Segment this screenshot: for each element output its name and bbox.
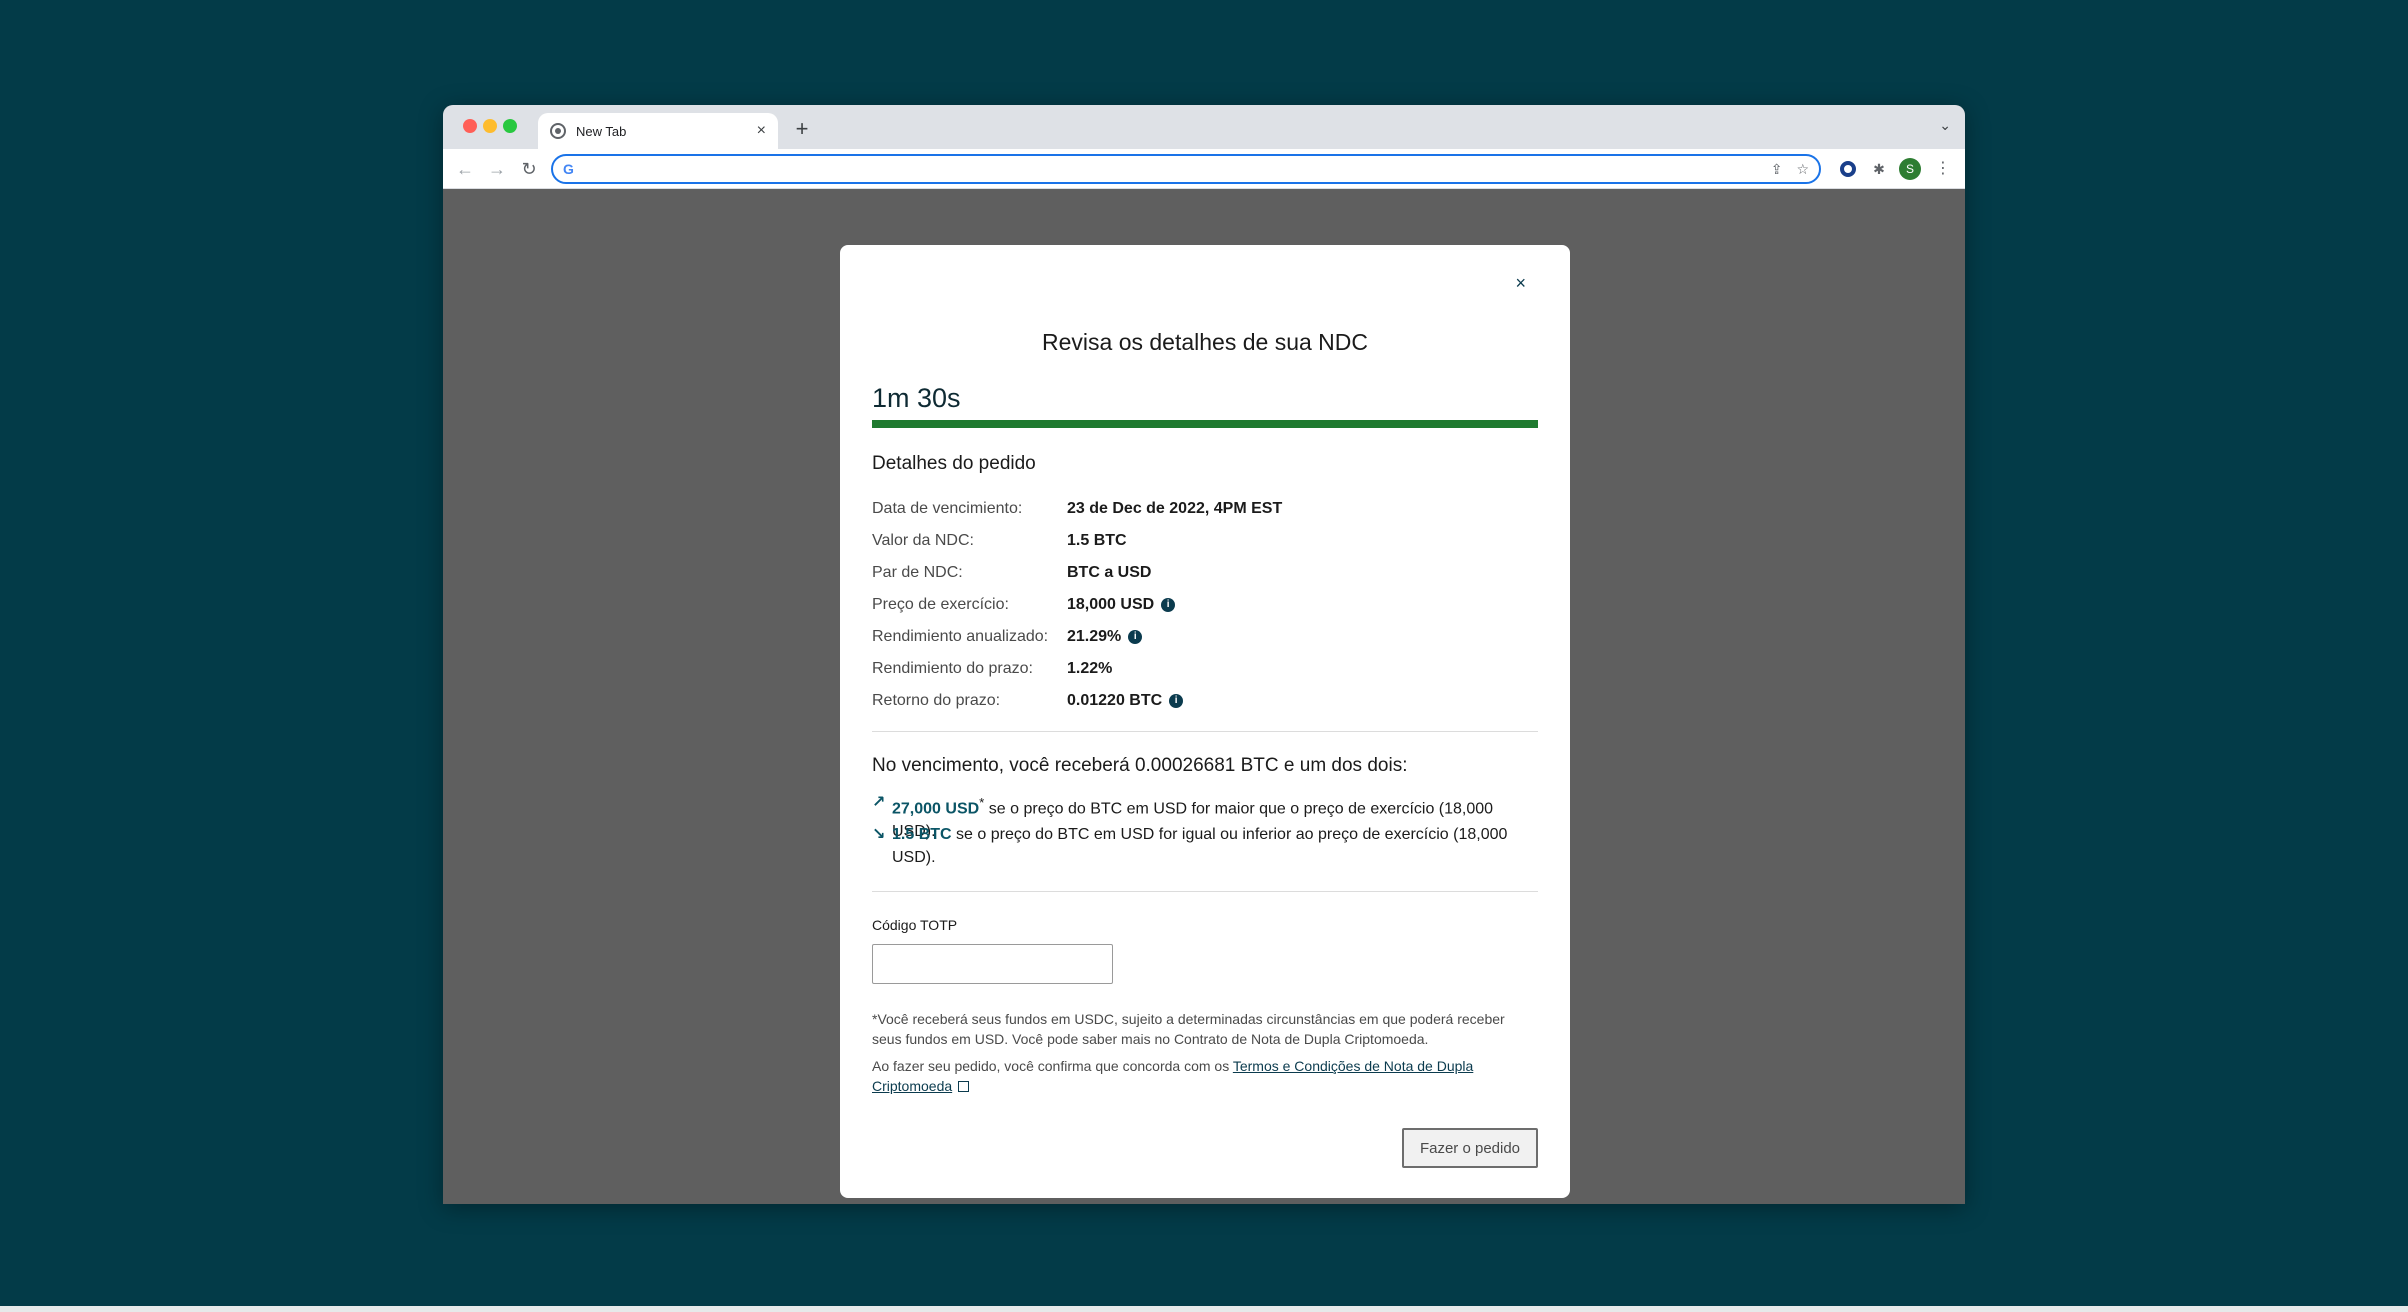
fine-print: *Você receberá seus fundos em USDC, suje… bbox=[872, 1011, 1505, 1047]
forward-arrow-icon[interactable]: → bbox=[485, 157, 509, 181]
browser-toolbar: ← → ↻ G ⇪ ☆ ✱ S ⋮ bbox=[443, 149, 1965, 189]
chrome-icon bbox=[550, 123, 566, 139]
chevron-down-icon[interactable]: ⌄ bbox=[1939, 117, 1951, 134]
new-tab-button[interactable]: + bbox=[788, 115, 816, 143]
external-link-icon[interactable] bbox=[958, 1081, 970, 1092]
detail-value: BTC a USD bbox=[1067, 564, 1152, 581]
minimize-window-button[interactable] bbox=[483, 119, 497, 133]
detail-label: Preço de exercício: bbox=[872, 596, 1009, 613]
desktop-bottom-strip bbox=[0, 1306, 2408, 1312]
detail-value: 1.22% bbox=[1067, 660, 1113, 677]
totp-input[interactable] bbox=[872, 944, 1113, 984]
detail-label: Rendimiento anualizado: bbox=[872, 628, 1049, 645]
star-icon[interactable]: ☆ bbox=[1796, 161, 1809, 178]
detail-label: Par de NDC: bbox=[872, 564, 963, 581]
detail-row: Data de vencimiento: 23 de Dec de 2022, … bbox=[872, 493, 1538, 525]
share-icon[interactable]: ⇪ bbox=[1771, 161, 1783, 178]
detail-value: 21.29% i bbox=[1067, 628, 1143, 646]
back-arrow-icon[interactable]: ← bbox=[453, 157, 477, 181]
divider bbox=[872, 891, 1538, 892]
terms-notice: Ao fazer seu pedido, você confirma que c… bbox=[872, 1058, 1474, 1094]
order-details-list: Data de vencimiento: 23 de Dec de 2022, … bbox=[872, 493, 1538, 717]
more-menu-icon[interactable]: ⋮ bbox=[1933, 159, 1953, 179]
address-input[interactable] bbox=[581, 161, 1757, 177]
close-icon[interactable]: × bbox=[1515, 273, 1526, 294]
detail-label: Rendimiento do prazo: bbox=[872, 660, 1033, 677]
maturity-title: No vencimento, você receberá 0.00026681 … bbox=[872, 755, 1408, 776]
browser-tab[interactable]: New Tab × bbox=[538, 113, 778, 149]
detail-value: 1.5 BTC bbox=[1067, 532, 1127, 549]
reload-icon[interactable]: ↻ bbox=[517, 157, 541, 181]
info-icon[interactable]: i bbox=[1128, 630, 1143, 644]
detail-row: Par de NDC: BTC a USD bbox=[872, 557, 1538, 589]
detail-row: Retorno do prazo: 0.01220 BTC i bbox=[872, 685, 1538, 717]
outcome-down-text: 1.5 BTC se o preço do BTC em USD for igu… bbox=[892, 826, 1508, 866]
totp-label: Código TOTP bbox=[872, 917, 958, 933]
detail-value: 18,000 USD i bbox=[1067, 596, 1176, 614]
info-icon[interactable]: i bbox=[1169, 694, 1184, 708]
detail-label: Retorno do prazo: bbox=[872, 692, 1001, 709]
maximize-window-button[interactable] bbox=[503, 119, 517, 133]
countdown-timer: 1m 30s bbox=[872, 383, 961, 413]
ndc-review-modal: × Revisa os detalhes de sua NDC 1m 30s D… bbox=[840, 245, 1570, 1198]
divider bbox=[872, 731, 1538, 732]
countdown-progress-bar bbox=[872, 420, 1538, 428]
detail-row: Rendimiento anualizado: 21.29% i bbox=[872, 621, 1538, 653]
detail-row: Rendimiento do prazo: 1.22% bbox=[872, 653, 1538, 685]
detail-label: Data de vencimiento: bbox=[872, 500, 1023, 517]
tab-close-icon[interactable]: × bbox=[757, 122, 766, 140]
info-icon[interactable]: i bbox=[1161, 598, 1176, 612]
detail-value: 0.01220 BTC i bbox=[1067, 692, 1184, 710]
detail-row: Valor da NDC: 1.5 BTC bbox=[872, 525, 1538, 557]
close-window-button[interactable] bbox=[463, 119, 477, 133]
place-order-button[interactable]: Fazer o pedido bbox=[1402, 1128, 1538, 1168]
tab-title: New Tab bbox=[576, 123, 627, 139]
detail-label: Valor da NDC: bbox=[872, 532, 974, 549]
google-icon: G bbox=[563, 161, 574, 177]
extension-circle-icon[interactable] bbox=[1838, 159, 1858, 179]
progress-fill bbox=[872, 420, 1538, 428]
detail-value: 23 de Dec de 2022, 4PM EST bbox=[1067, 500, 1283, 517]
puzzle-icon[interactable]: ✱ bbox=[1869, 159, 1889, 179]
browser-window: New Tab × + ⌄ ← → ↻ G ⇪ ☆ ✱ S ⋮ × Revisa… bbox=[443, 105, 1965, 1204]
modal-title: Revisa os detalhes de sua NDC bbox=[1042, 329, 1368, 355]
arrow-down-right-icon: ↘ bbox=[872, 826, 886, 843]
tab-strip: New Tab × + ⌄ bbox=[443, 105, 1965, 149]
detail-row: Preço de exercício: 18,000 USD i bbox=[872, 589, 1538, 621]
outcome-down: ↘ 1.5 BTC se o preço do BTC em USD for i… bbox=[872, 823, 1538, 869]
address-bar[interactable]: G ⇪ ☆ bbox=[551, 154, 1821, 184]
order-details-title: Detalhes do pedido bbox=[872, 453, 1036, 474]
avatar[interactable]: S bbox=[1899, 158, 1921, 180]
